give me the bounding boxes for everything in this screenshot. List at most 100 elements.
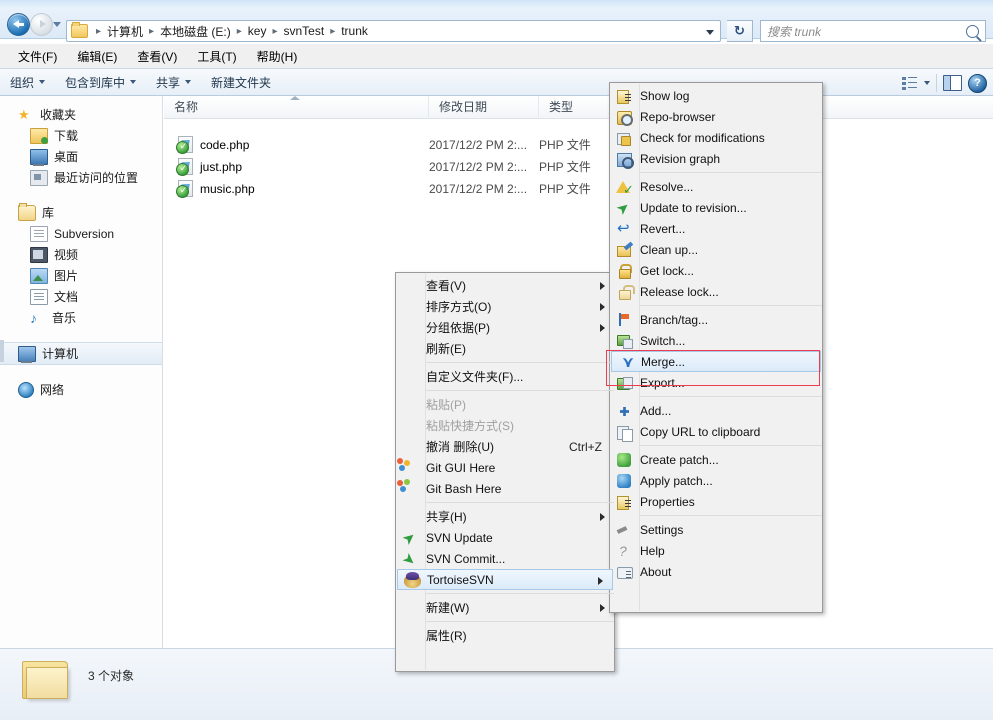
sidebar-item-pictures[interactable]: 图片 — [0, 265, 162, 286]
address-bar[interactable]: ▸ 计算机 ▸ 本地磁盘 (E:) ▸ key ▸ svnTest ▸ trun… — [66, 20, 721, 42]
breadcrumb-item-1[interactable]: 本地磁盘 (E:) — [159, 23, 232, 40]
refresh-button[interactable]: ↻ — [727, 20, 753, 42]
submenu-item-clean-up[interactable]: Clean up... — [610, 239, 822, 260]
menu-item-customize-folder[interactable]: 自定义文件夹(F)... — [396, 366, 614, 387]
file-name-label: code.php — [200, 137, 250, 152]
menu-item-git-bash-here[interactable]: Git Bash Here — [396, 478, 614, 499]
status-text: 3 个对象 — [88, 669, 135, 683]
sidebar-item-music[interactable]: ♪ 音乐 — [0, 307, 162, 328]
breadcrumb-separator: ▸ — [96, 25, 102, 37]
submenu-item-release-lock[interactable]: Release lock... — [610, 281, 822, 302]
menu-item-file[interactable]: 文件(F) — [8, 45, 67, 68]
submenu-item-properties[interactable]: Properties — [610, 491, 822, 512]
menu-item-undo-delete[interactable]: 撤消 删除(U) Ctrl+Z — [396, 436, 614, 457]
submenu-item-create-patch[interactable]: Create patch... — [610, 449, 822, 470]
menu-item-label: 查看(V) — [426, 279, 466, 293]
help-icon[interactable]: ? — [968, 73, 987, 93]
sidebar-item-network[interactable]: 网络 — [0, 379, 162, 400]
submenu-item-apply-patch[interactable]: Apply patch... — [610, 470, 822, 491]
submenu-item-settings[interactable]: Settings — [610, 519, 822, 540]
sidebar-item-downloads[interactable]: 下载 — [0, 125, 162, 146]
breadcrumb-item-2[interactable]: key — [247, 24, 268, 38]
submenu-item-add[interactable]: Add... — [610, 400, 822, 421]
submenu-item-label: Copy URL to clipboard — [640, 424, 761, 439]
search-box[interactable]: 搜索 trunk — [760, 20, 986, 42]
submenu-item-label: Settings — [640, 522, 684, 537]
view-options-icon[interactable] — [902, 76, 918, 90]
menu-item-share-with[interactable]: 共享(H) — [396, 506, 614, 527]
submenu-separator — [640, 445, 822, 446]
column-header-name[interactable]: 名称 — [164, 95, 429, 119]
submenu-item-get-lock[interactable]: Get lock... — [610, 260, 822, 281]
menu-item-view[interactable]: 查看(V) — [127, 45, 187, 68]
organize-button[interactable]: 组织 — [0, 74, 55, 91]
sidebar-item-documents[interactable]: 文档 — [0, 286, 162, 307]
table-row[interactable]: ✓ music.php 2017/12/2 PM 2:... PHP 文件 — [164, 178, 993, 199]
submenu-item-update-to-revision[interactable]: ➤ Update to revision... — [610, 197, 822, 220]
sidebar-item-recent-places[interactable]: 最近访问的位置 — [0, 167, 162, 188]
submenu-item-check-for-modifications[interactable]: Check for modifications — [610, 127, 822, 148]
nav-group-libraries[interactable]: 库 — [0, 202, 162, 223]
breadcrumb-item-4[interactable]: trunk — [340, 24, 369, 38]
submenu-item-about[interactable]: About — [610, 561, 822, 582]
menu-item-new[interactable]: 新建(W) — [396, 597, 614, 618]
menu-item-svn-commit[interactable]: ➤ SVN Commit... — [396, 548, 614, 570]
submenu-item-revert[interactable]: ↩ Revert... — [610, 218, 822, 239]
table-row[interactable]: ✓ just.php 2017/12/2 PM 2:... PHP 文件 — [164, 156, 993, 177]
preview-pane-icon[interactable] — [943, 75, 962, 91]
submenu-item-resolve[interactable]: ✓ Resolve... — [610, 176, 822, 197]
menu-separator — [426, 362, 614, 363]
pane-splitter[interactable] — [0, 340, 4, 362]
menu-item-git-gui-here[interactable]: Git GUI Here — [396, 457, 614, 478]
chevron-down-icon — [185, 80, 192, 84]
submenu-item-label: Clean up... — [640, 242, 699, 257]
menu-item-label: TortoiseSVN — [427, 572, 494, 587]
recent-places-icon — [30, 169, 48, 186]
sidebar-item-desktop[interactable]: 桌面 — [0, 146, 162, 167]
menu-item-sort-by[interactable]: 排序方式(O) — [396, 296, 614, 317]
nav-group-favorites[interactable]: ★ 收藏夹 — [0, 104, 162, 125]
submenu-item-switch[interactable]: Switch... — [610, 330, 822, 351]
menu-item-properties[interactable]: 属性(R) — [396, 625, 614, 646]
include-in-library-button[interactable]: 包含到库中 — [55, 74, 146, 91]
menu-item-svn-update[interactable]: ➤ SVN Update — [396, 527, 614, 549]
git-bash-icon — [397, 479, 411, 493]
menu-item-group-by[interactable]: 分组依据(P) — [396, 317, 614, 338]
recent-locations-dropdown-icon[interactable] — [53, 22, 61, 27]
sidebar-item-computer[interactable]: 计算机 — [0, 342, 162, 365]
menu-item-tortoisesvn[interactable]: TortoiseSVN — [397, 569, 613, 590]
address-dropdown-icon[interactable] — [706, 30, 714, 35]
sidebar-item-videos[interactable]: 视频 — [0, 244, 162, 265]
share-with-button[interactable]: 共享 — [146, 74, 201, 91]
submenu-item-repo-browser[interactable]: Repo-browser — [610, 106, 822, 127]
sidebar-item-subversion[interactable]: Subversion — [0, 223, 162, 244]
submenu-item-label: Update to revision... — [640, 200, 747, 215]
downloads-icon — [30, 127, 48, 144]
menu-item-help[interactable]: 帮助(H) — [247, 45, 308, 68]
revert-icon: ↩ — [617, 220, 630, 237]
column-header-date[interactable]: 修改日期 — [429, 95, 539, 119]
forward-button[interactable] — [30, 13, 53, 36]
submenu-item-merge[interactable]: ⋎ Merge... — [611, 351, 821, 372]
submenu-item-branch-tag[interactable]: Branch/tag... — [610, 309, 822, 330]
menu-item-view[interactable]: 查看(V) — [396, 275, 614, 296]
update-to-revision-icon: ➤ — [613, 197, 634, 220]
table-row[interactable]: ✓ code.php 2017/12/2 PM 2:... PHP 文件 — [164, 134, 993, 155]
menu-item-refresh[interactable]: 刷新(E) — [396, 338, 614, 359]
menu-item-edit[interactable]: 编辑(E) — [67, 45, 127, 68]
new-folder-button[interactable]: 新建文件夹 — [201, 74, 281, 91]
submenu-item-revision-graph[interactable]: Revision graph — [610, 148, 822, 169]
menu-item-tools[interactable]: 工具(T) — [187, 45, 246, 68]
breadcrumb-item-3[interactable]: svnTest — [283, 24, 326, 38]
menu-item-label: 共享(H) — [426, 510, 467, 524]
back-button[interactable] — [7, 13, 30, 36]
breadcrumb-separator: ▸ — [272, 25, 278, 37]
submenu-item-export[interactable]: Export... — [610, 372, 822, 393]
create-patch-icon — [616, 452, 632, 468]
submenu-item-show-log[interactable]: Show log — [610, 85, 822, 106]
search-input[interactable]: 搜索 trunk — [767, 23, 966, 40]
submenu-item-copy-url-to-clipboard[interactable]: Copy URL to clipboard — [610, 421, 822, 442]
chevron-down-icon[interactable] — [924, 81, 930, 85]
submenu-item-help[interactable]: ? Help — [610, 540, 822, 561]
breadcrumb-item-0[interactable]: 计算机 — [106, 23, 144, 40]
